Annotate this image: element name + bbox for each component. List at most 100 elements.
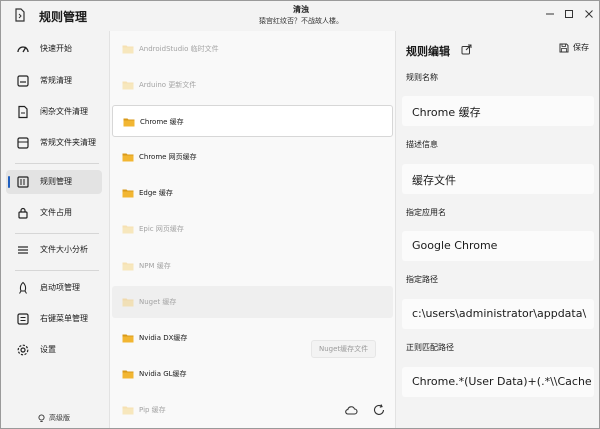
rule-name: NPM 缓存 bbox=[139, 262, 171, 270]
file-icon bbox=[18, 105, 28, 119]
rule-name-input[interactable]: Chrome 缓存 bbox=[402, 96, 594, 126]
field-label-app-name: 指定应用名 bbox=[406, 208, 446, 217]
folder-icon bbox=[122, 45, 134, 54]
refresh-icon[interactable] bbox=[372, 403, 386, 417]
sidebar-divider bbox=[15, 233, 99, 234]
field-label-path: 指定路径 bbox=[406, 275, 438, 284]
rule-row[interactable]: Edge 缓存 bbox=[112, 177, 393, 209]
close-icon bbox=[585, 10, 593, 18]
title-bar: 规则管理 清浊 猿宫红纹否？不战故人楼。 bbox=[1, 1, 599, 31]
version-label: 高级版 bbox=[49, 414, 70, 422]
sidebar-item-settings[interactable]: 设置 bbox=[6, 338, 102, 362]
folder-icon bbox=[122, 334, 134, 343]
rule-edit-panel: 规则编辑 保存 规则名称 Chrome 缓存 描述信息 缓存文件 指定应用名 G… bbox=[397, 31, 599, 428]
save-label: 保存 bbox=[573, 43, 589, 52]
folder-icon bbox=[122, 225, 134, 234]
version-badge: 高级版 bbox=[37, 413, 70, 423]
rule-row-selected[interactable]: Chrome 缓存 bbox=[112, 105, 393, 137]
broom-icon bbox=[17, 75, 29, 87]
sidebar-item-label: 快速开始 bbox=[40, 44, 72, 53]
rule-name: Edge 缓存 bbox=[139, 189, 173, 197]
sidebar-item-folder-clean[interactable]: 常规文件夹清理 bbox=[6, 131, 102, 155]
sidebar-item-label: 设置 bbox=[40, 345, 56, 354]
description-value: 缓存文件 bbox=[412, 174, 456, 187]
floppy-icon bbox=[559, 43, 569, 52]
rule-name: Arduino 更新文件 bbox=[139, 81, 197, 89]
folder-icon bbox=[123, 118, 135, 127]
folder-icon bbox=[122, 81, 134, 90]
rule-row[interactable]: NPM 缓存 bbox=[112, 250, 393, 282]
rule-row[interactable]: Epic 网页缓存 bbox=[112, 213, 393, 245]
folder-icon bbox=[122, 298, 134, 307]
minimize-icon bbox=[546, 13, 554, 15]
rocket-icon bbox=[19, 281, 27, 294]
app-name-value: Google Chrome bbox=[412, 239, 498, 252]
menu-icon bbox=[17, 313, 29, 325]
sidebar: 快速开始 常规清理 闲杂文件清理 常规文件夹清理 规则管理 文件占用 文件大小分… bbox=[1, 31, 109, 428]
sidebar-item-file-lock[interactable]: 文件占用 bbox=[6, 201, 102, 225]
rule-name: AndroidStudio 临时文件 bbox=[139, 45, 219, 53]
gear-icon bbox=[17, 344, 29, 356]
sidebar-item-general-clean[interactable]: 常规清理 bbox=[6, 69, 102, 93]
cloud-icon[interactable] bbox=[344, 403, 358, 417]
rule-name: Nuget 缓存 bbox=[139, 298, 177, 306]
sidebar-item-label: 文件占用 bbox=[40, 208, 72, 217]
rule-tooltip: Nuget缓存文件 bbox=[311, 340, 377, 358]
description-input[interactable]: 缓存文件 bbox=[402, 164, 594, 194]
app-logo-icon bbox=[15, 8, 25, 22]
app-name-input[interactable]: Google Chrome bbox=[402, 231, 594, 261]
rule-name: Nvidia DX缓存 bbox=[139, 334, 188, 342]
field-label-description: 描述信息 bbox=[406, 140, 438, 149]
rule-row[interactable]: AndroidStudio 临时文件 bbox=[112, 33, 393, 65]
gauge-icon bbox=[17, 46, 29, 53]
rule-name: Epic 网页缓存 bbox=[139, 225, 184, 233]
sidebar-item-startup[interactable]: 启动项管理 bbox=[6, 276, 102, 300]
path-input[interactable]: c:\users\administrator\appdata\ bbox=[402, 299, 594, 329]
sidebar-item-label: 文件大小分析 bbox=[40, 245, 88, 254]
sidebar-item-label: 启动项管理 bbox=[40, 283, 80, 292]
sidebar-item-size-analysis[interactable]: 文件大小分析 bbox=[6, 238, 102, 262]
sidebar-item-misc-files[interactable]: 闲杂文件清理 bbox=[6, 100, 102, 124]
header-subtitle: 猿宫红纹否？不战故人楼。 bbox=[259, 17, 343, 25]
field-label-regex-path: 正则匹配路径 bbox=[406, 343, 454, 352]
sidebar-item-label: 闲杂文件清理 bbox=[40, 107, 88, 116]
sidebar-item-quick-start[interactable]: 快速开始 bbox=[6, 37, 102, 61]
field-label-rule-name: 规则名称 bbox=[406, 73, 438, 82]
rule-name: Nvidia GL缓存 bbox=[139, 370, 187, 378]
sidebar-item-label: 常规文件夹清理 bbox=[40, 138, 96, 147]
regex-path-input[interactable]: Chrome.*(User Data)+(.*\\Cache bbox=[402, 367, 594, 397]
rule-row[interactable]: Chrome 网页缓存 bbox=[112, 141, 393, 173]
header-title: 清浊 bbox=[293, 5, 309, 14]
sidebar-item-label: 右键菜单管理 bbox=[40, 314, 88, 323]
lock-icon bbox=[18, 207, 28, 219]
path-value: c:\users\administrator\appdata\ bbox=[412, 307, 587, 320]
save-button[interactable]: 保存 bbox=[559, 42, 589, 53]
rule-row[interactable]: Nvidia GL缓存 bbox=[112, 358, 393, 390]
maximize-button[interactable] bbox=[561, 6, 577, 22]
sidebar-item-label: 规则管理 bbox=[40, 177, 72, 186]
folder-icon bbox=[122, 153, 134, 162]
sidebar-item-rule-management[interactable]: 规则管理 bbox=[6, 170, 102, 194]
list-icon bbox=[18, 246, 28, 254]
sidebar-divider bbox=[15, 270, 99, 271]
folder-clean-icon bbox=[17, 137, 29, 149]
rule-list-panel: AndroidStudio 临时文件 Arduino 更新文件 Chrome 缓… bbox=[109, 31, 396, 428]
app-window: 规则管理 清浊 猿宫红纹否？不战故人楼。 快速开始 常规清理 闲杂文件清理 常规… bbox=[0, 0, 600, 429]
rule-row[interactable]: Arduino 更新文件 bbox=[112, 69, 393, 101]
minimize-button[interactable] bbox=[542, 6, 558, 22]
folder-icon bbox=[122, 406, 134, 415]
rule-name: Pip 缓存 bbox=[139, 406, 166, 414]
sidebar-item-context-menu[interactable]: 右键菜单管理 bbox=[6, 307, 102, 331]
share-icon[interactable] bbox=[461, 44, 472, 55]
folder-icon bbox=[122, 370, 134, 379]
rules-icon bbox=[17, 176, 29, 188]
folder-icon bbox=[122, 189, 134, 198]
bulb-icon bbox=[38, 413, 45, 422]
rule-name: Chrome 网页缓存 bbox=[139, 153, 197, 161]
rule-row-hovered[interactable]: Nuget 缓存 bbox=[112, 286, 393, 318]
app-title: 规则管理 bbox=[39, 10, 88, 24]
close-button[interactable] bbox=[581, 6, 597, 22]
maximize-icon bbox=[565, 10, 573, 18]
active-indicator bbox=[8, 176, 10, 188]
rule-name: Chrome 缓存 bbox=[140, 118, 184, 126]
